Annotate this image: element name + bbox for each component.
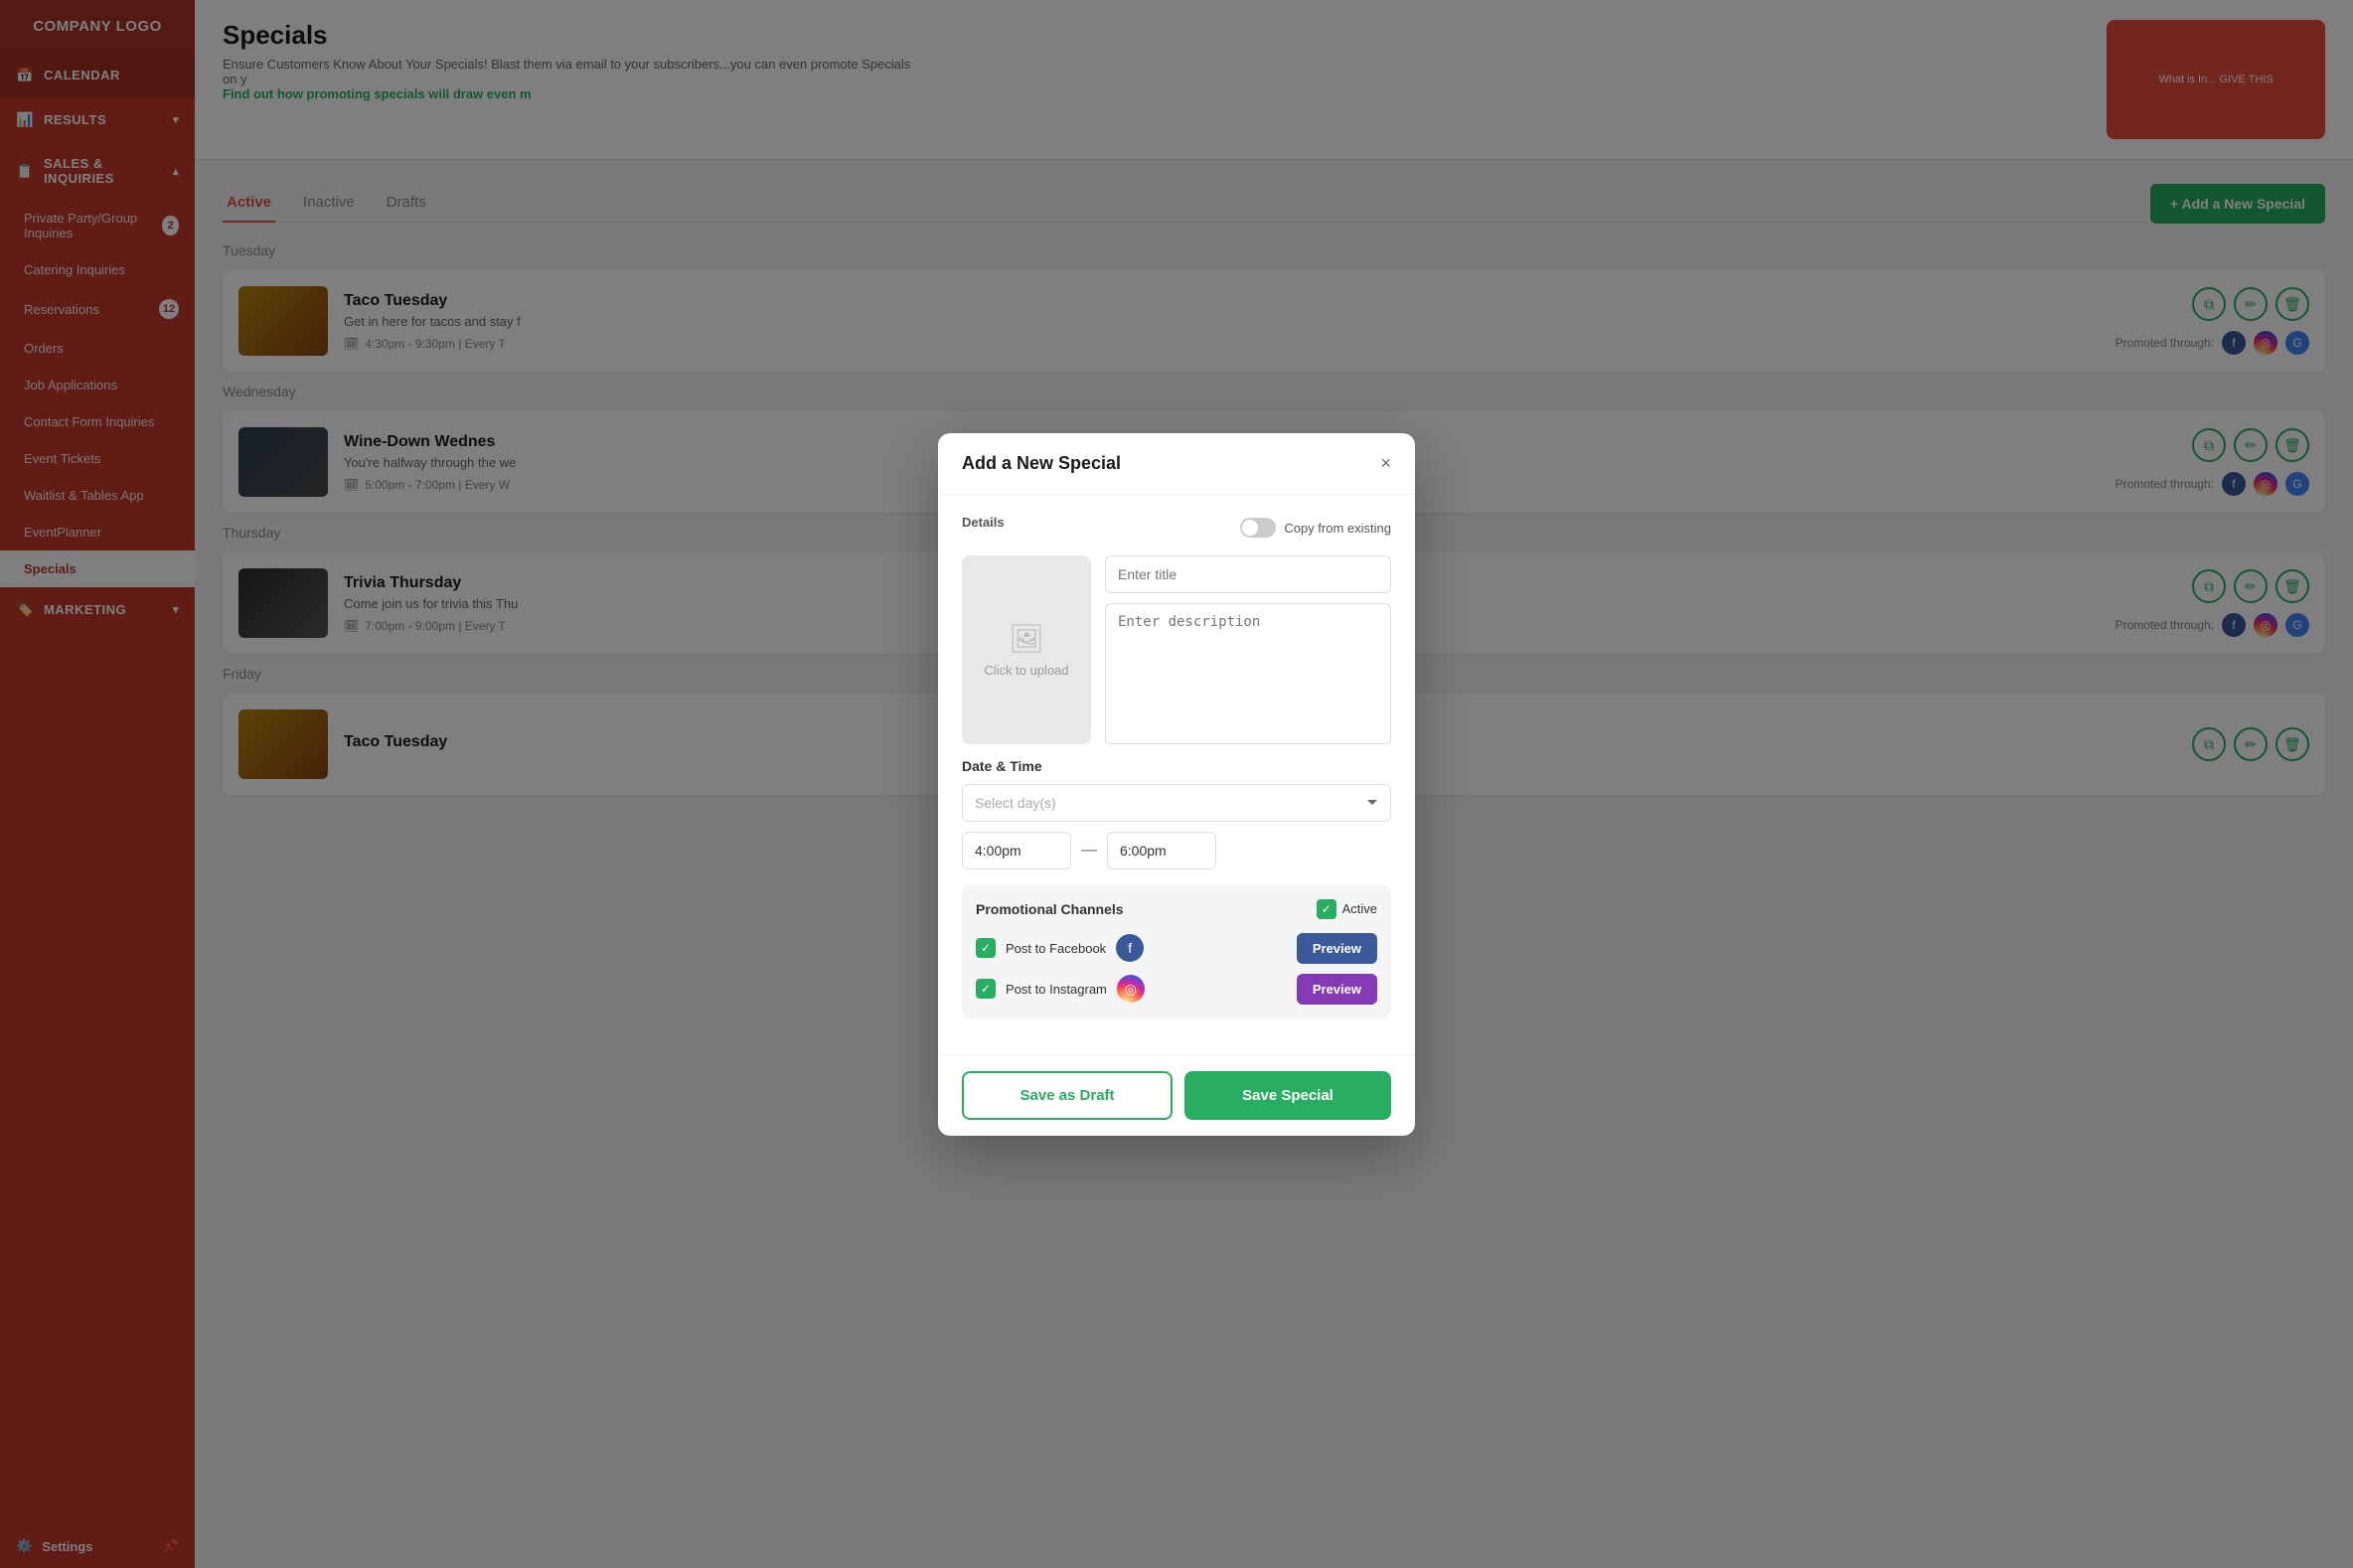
time-row: — xyxy=(962,832,1391,869)
details-header: Details Copy from existing xyxy=(962,515,1391,542)
upload-icon: 🖼 xyxy=(1009,622,1044,655)
day-select[interactable]: Select day(s) xyxy=(962,784,1391,822)
active-label: Active xyxy=(1342,901,1377,916)
upload-box[interactable]: 🖼 Click to upload xyxy=(962,555,1091,744)
save-draft-button[interactable]: Save as Draft xyxy=(962,1071,1173,1120)
copy-from-toggle[interactable]: Copy from existing xyxy=(1240,518,1391,538)
promo-item-facebook: ✓ Post to Facebook f Preview xyxy=(976,933,1377,964)
fb-icon: f xyxy=(1116,934,1144,962)
time-start-input[interactable] xyxy=(962,832,1071,869)
section-details-label: Details xyxy=(962,515,1005,530)
fb-preview-button[interactable]: Preview xyxy=(1297,933,1377,964)
modal-close-button[interactable]: × xyxy=(1380,453,1391,474)
datetime-section: Date & Time Select day(s) — xyxy=(962,758,1391,869)
copy-toggle-switch[interactable] xyxy=(1240,518,1276,538)
ig-checkbox[interactable]: ✓ xyxy=(976,979,996,999)
promo-section: Promotional Channels ✓ Active ✓ Post to … xyxy=(962,885,1391,1019)
modal-overlay[interactable]: Add a New Special × Details Copy from ex… xyxy=(0,0,2353,1568)
fb-label: Post to Facebook xyxy=(1006,941,1106,956)
modal-footer: Save as Draft Save Special xyxy=(938,1054,1415,1136)
ig-label: Post to Instagram xyxy=(1006,982,1107,997)
upload-label: Click to upload xyxy=(984,663,1068,678)
time-dash: — xyxy=(1081,842,1097,860)
right-fields xyxy=(1105,555,1391,744)
promo-header: Promotional Channels ✓ Active xyxy=(976,899,1377,919)
modal-body: Details Copy from existing 🖼 Click to up… xyxy=(938,495,1415,1054)
description-textarea[interactable] xyxy=(1105,603,1391,744)
title-input[interactable] xyxy=(1105,555,1391,593)
fb-checkbox[interactable]: ✓ xyxy=(976,938,996,958)
modal-title: Add a New Special xyxy=(962,453,1121,474)
time-end-input[interactable] xyxy=(1107,832,1216,869)
ig-preview-button[interactable]: Preview xyxy=(1297,974,1377,1005)
add-special-modal: Add a New Special × Details Copy from ex… xyxy=(938,433,1415,1136)
active-check: ✓ xyxy=(1317,899,1336,919)
promo-title: Promotional Channels xyxy=(976,901,1124,917)
modal-header: Add a New Special × xyxy=(938,433,1415,495)
active-badge: ✓ Active xyxy=(1317,899,1377,919)
save-special-button[interactable]: Save Special xyxy=(1184,1071,1391,1120)
promo-item-instagram: ✓ Post to Instagram ◎ Preview xyxy=(976,974,1377,1005)
datetime-label: Date & Time xyxy=(962,758,1391,774)
copy-from-label: Copy from existing xyxy=(1284,521,1391,536)
details-row: 🖼 Click to upload xyxy=(962,555,1391,744)
ig-icon: ◎ xyxy=(1117,975,1145,1003)
